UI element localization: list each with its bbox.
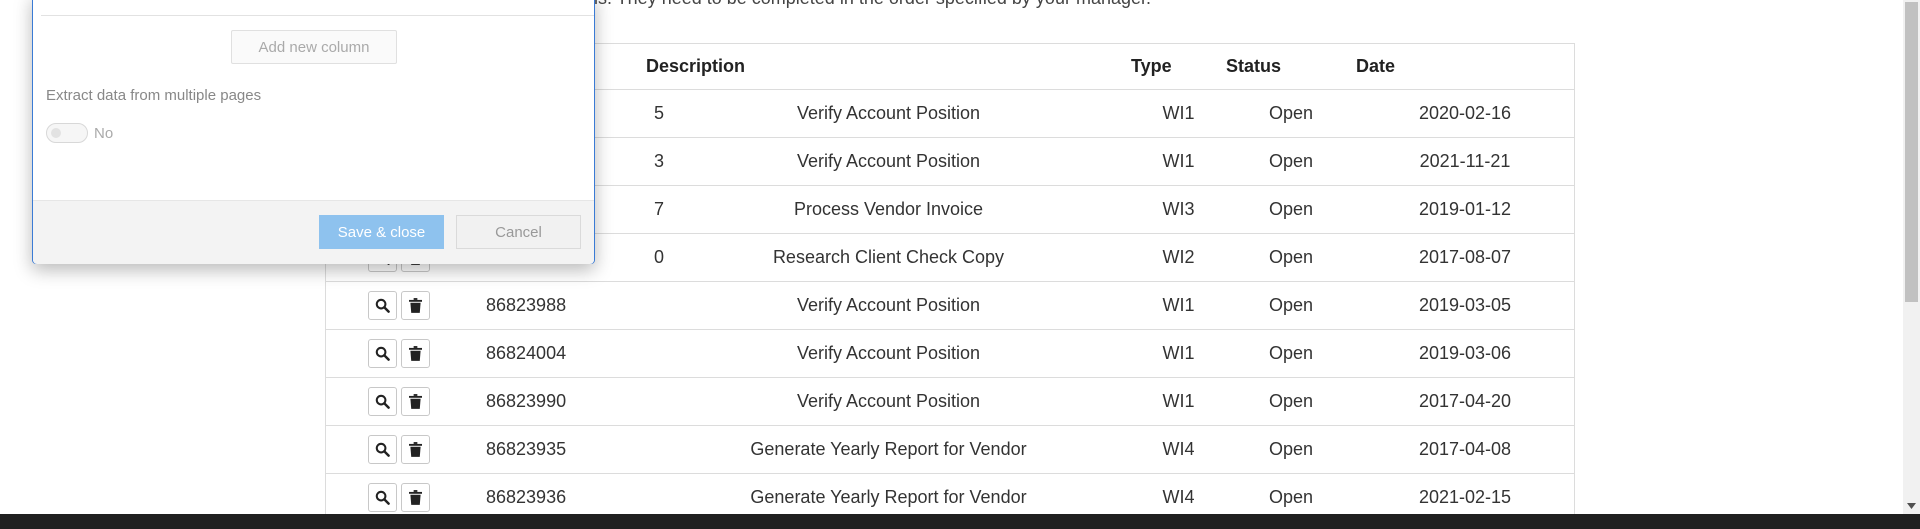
row-date: 2019-03-05 — [1356, 281, 1574, 330]
extract-multiple-pages-toggle[interactable] — [46, 123, 88, 143]
view-button[interactable] — [368, 435, 397, 464]
row-description: Verify Account Position — [646, 281, 1131, 330]
view-button[interactable] — [368, 339, 397, 368]
row-status: Open — [1226, 281, 1356, 330]
trash-icon — [409, 442, 422, 457]
row-description: Verify Account Position — [646, 329, 1131, 378]
row-date: 2017-04-08 — [1356, 425, 1574, 474]
column-list-bottom-border — [41, 15, 594, 16]
row-date: 2017-08-07 — [1356, 233, 1574, 282]
view-button[interactable] — [368, 483, 397, 512]
row-type: WI1 — [1131, 281, 1226, 330]
magnifier-icon — [375, 394, 390, 409]
row-id: 86823988 — [486, 281, 646, 330]
row-type: WI1 — [1131, 329, 1226, 378]
magnifier-icon — [375, 442, 390, 457]
row-date: 2019-01-12 — [1356, 185, 1574, 234]
row-type: WI2 — [1131, 233, 1226, 282]
header-description[interactable]: Description — [646, 43, 1131, 90]
magnifier-icon — [375, 346, 390, 361]
row-description: Verify Account Position — [646, 377, 1131, 426]
row-actions — [326, 425, 486, 474]
row-status: Open — [1226, 89, 1356, 138]
row-type: WI1 — [1131, 89, 1226, 138]
scroll-down-arrow-icon[interactable] — [1903, 497, 1920, 514]
row-status: Open — [1226, 185, 1356, 234]
header-date[interactable]: Date — [1356, 43, 1574, 90]
extract-multiple-pages-label: Extract data from multiple pages — [46, 87, 262, 104]
toggle-value-label: No — [94, 124, 114, 142]
row-type: WI1 — [1131, 137, 1226, 186]
row-date: 2020-02-16 — [1356, 89, 1574, 138]
header-status[interactable]: Status — [1226, 43, 1356, 90]
row-actions — [326, 281, 486, 330]
row-id: 86824004 — [486, 329, 646, 378]
row-actions — [326, 377, 486, 426]
save-and-close-button[interactable]: Save & close — [319, 215, 444, 249]
row-id: 86823935 — [486, 425, 646, 474]
dialog-footer: Save & close Cancel — [33, 200, 594, 264]
extract-multiple-pages-toggle-row: No — [46, 123, 113, 143]
row-actions — [326, 329, 486, 378]
delete-button[interactable] — [401, 387, 430, 416]
row-status: Open — [1226, 377, 1356, 426]
trash-icon — [409, 346, 422, 361]
column-settings-dialog: Add new column Extract data from multipl… — [32, 0, 595, 264]
row-status: Open — [1226, 329, 1356, 378]
table-row: 86823990 Verify Account Position WI1 Ope… — [326, 377, 1574, 426]
delete-button[interactable] — [401, 291, 430, 320]
trash-icon — [409, 298, 422, 313]
row-description: Verify Account Position — [646, 137, 1131, 186]
instructions-text: is. They need to be completed in the ord… — [594, 0, 1151, 9]
vertical-scrollbar[interactable] — [1903, 0, 1920, 514]
row-date: 2021-11-21 — [1356, 137, 1574, 186]
row-type: WI1 — [1131, 377, 1226, 426]
row-type: WI4 — [1131, 425, 1226, 474]
header-type[interactable]: Type — [1131, 43, 1226, 90]
trash-icon — [409, 490, 422, 505]
table-row: 86823988 Verify Account Position WI1 Ope… — [326, 281, 1574, 330]
view-button[interactable] — [368, 387, 397, 416]
row-date: 2019-03-06 — [1356, 329, 1574, 378]
row-type: WI3 — [1131, 185, 1226, 234]
scrollbar-thumb[interactable] — [1905, 2, 1918, 302]
row-description: Research Client Check Copy — [646, 233, 1131, 282]
delete-button[interactable] — [401, 483, 430, 512]
trash-icon — [409, 394, 422, 409]
cancel-button[interactable]: Cancel — [456, 215, 581, 249]
row-status: Open — [1226, 233, 1356, 282]
row-description: Process Vendor Invoice — [646, 185, 1131, 234]
delete-button[interactable] — [401, 435, 430, 464]
add-new-column-button[interactable]: Add new column — [231, 30, 397, 64]
bottom-bar — [0, 514, 1920, 529]
row-description: Verify Account Position — [646, 89, 1131, 138]
row-status: Open — [1226, 137, 1356, 186]
row-description: Generate Yearly Report for Vendor — [646, 425, 1131, 474]
row-date: 2017-04-20 — [1356, 377, 1574, 426]
magnifier-icon — [375, 298, 390, 313]
table-row: 86824004 Verify Account Position WI1 Ope… — [326, 329, 1574, 378]
delete-button[interactable] — [401, 339, 430, 368]
row-id: 86823990 — [486, 377, 646, 426]
row-status: Open — [1226, 425, 1356, 474]
magnifier-icon — [375, 490, 390, 505]
toggle-knob — [51, 128, 61, 138]
view-button[interactable] — [368, 291, 397, 320]
table-row: 86823935 Generate Yearly Report for Vend… — [326, 425, 1574, 474]
